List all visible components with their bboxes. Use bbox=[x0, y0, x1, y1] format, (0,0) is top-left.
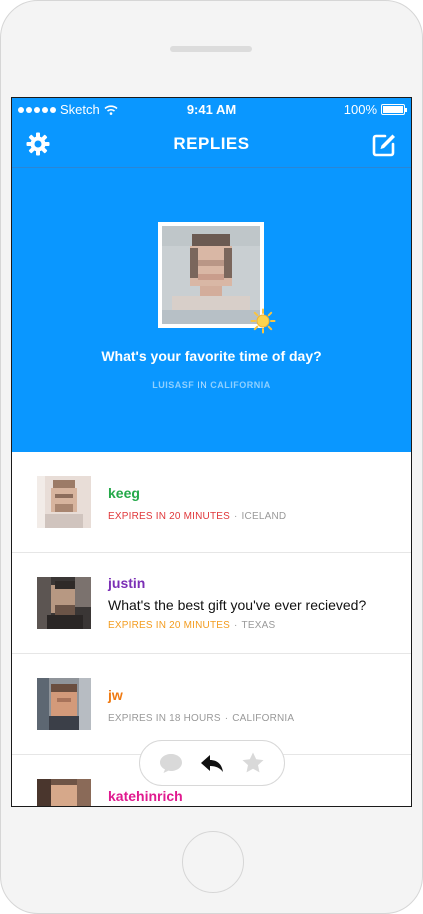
avatar bbox=[37, 678, 91, 730]
page-title: REPLIES bbox=[173, 134, 250, 153]
speech-bubble-icon[interactable] bbox=[158, 751, 184, 775]
reply-location: TEXAS bbox=[241, 620, 276, 631]
avatar bbox=[37, 577, 91, 629]
list-item[interactable]: justin What's the best gift you've ever … bbox=[12, 553, 411, 654]
expires-label: EXPIRES IN 20 MINUTES bbox=[108, 620, 231, 631]
battery-icon bbox=[381, 104, 407, 115]
status-bar: Sketch 9:41 AM 100% bbox=[12, 98, 411, 120]
home-button[interactable] bbox=[182, 831, 244, 893]
status-right: 100% bbox=[343, 102, 407, 117]
reply-meta: EXPIRES IN 20 MINUTES · ICELAND bbox=[108, 511, 286, 522]
question-text: What's your favorite time of day? bbox=[101, 348, 322, 364]
hero-avatar[interactable] bbox=[158, 222, 264, 328]
phone-speaker bbox=[170, 46, 252, 52]
question-username[interactable]: LUISASF bbox=[152, 380, 194, 390]
profile-photo bbox=[162, 226, 260, 324]
expires-label: EXPIRES IN 18 HOURS bbox=[108, 713, 221, 724]
reply-meta: EXPIRES IN 18 HOURS · CALIFORNIA bbox=[108, 713, 294, 724]
compose-icon[interactable] bbox=[371, 132, 397, 158]
nav-bar: REPLIES bbox=[12, 120, 411, 168]
battery-percent: 100% bbox=[343, 102, 377, 117]
question-in-word: IN bbox=[197, 380, 208, 390]
reply-arrow-icon[interactable] bbox=[199, 751, 225, 775]
avatar bbox=[37, 779, 91, 806]
reply-username[interactable]: justin bbox=[108, 575, 145, 591]
hero-card: What's your favorite time of day? LUISAS… bbox=[12, 168, 411, 452]
meta-separator: · bbox=[224, 713, 229, 724]
reply-location: ICELAND bbox=[241, 511, 287, 522]
reply-meta: EXPIRES IN 20 MINUTES · TEXAS bbox=[108, 620, 275, 631]
reply-text: What's the best gift you've ever recieve… bbox=[108, 597, 367, 613]
meta-separator: · bbox=[234, 620, 238, 631]
reply-username[interactable]: katehinrich bbox=[108, 788, 183, 804]
question-meta: LUISASF IN CALIFORNIA bbox=[12, 380, 411, 390]
star-icon[interactable] bbox=[240, 751, 266, 775]
expires-label: EXPIRES IN 20 MINUTES bbox=[108, 511, 231, 522]
list-item[interactable]: keeg EXPIRES IN 20 MINUTES · ICELAND bbox=[12, 452, 411, 553]
action-bar bbox=[139, 740, 285, 786]
app-screen: Sketch 9:41 AM 100% REPLIES What's your … bbox=[11, 97, 412, 807]
question-location: CALIFORNIA bbox=[210, 380, 271, 390]
avatar bbox=[37, 476, 91, 528]
sun-icon bbox=[250, 308, 276, 334]
reply-username[interactable]: jw bbox=[108, 687, 123, 703]
reply-location: CALIFORNIA bbox=[232, 713, 295, 724]
reply-username[interactable]: keeg bbox=[108, 485, 140, 501]
meta-separator: · bbox=[234, 511, 238, 522]
